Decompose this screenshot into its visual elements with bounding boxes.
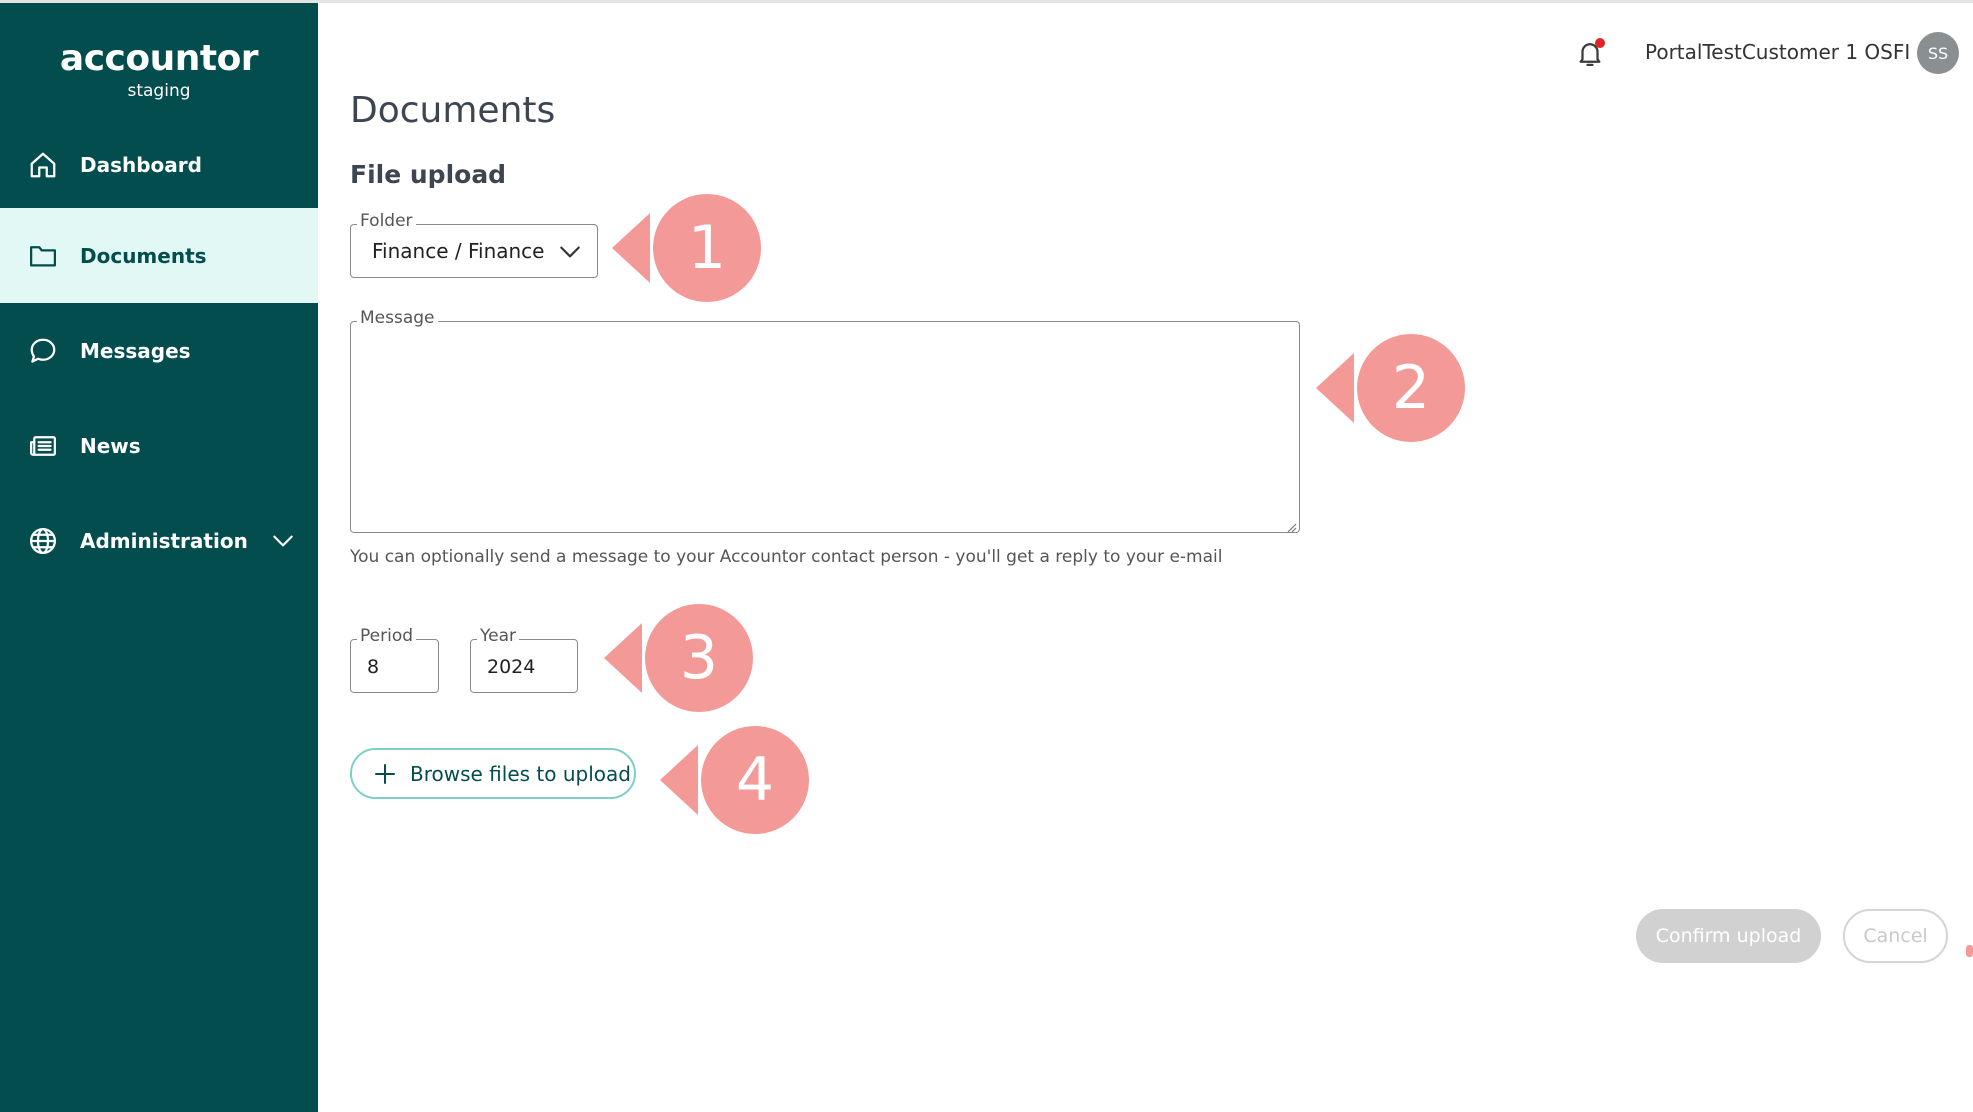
browse-files-label: Browse files to upload — [410, 761, 631, 786]
period-field[interactable]: Period 8 — [350, 626, 439, 693]
year-label: Year — [477, 626, 519, 646]
sidebar-item-label: Documents — [80, 243, 207, 268]
home-icon — [28, 150, 58, 180]
sidebar: accountor staging Dashboard Documents Me… — [0, 3, 318, 1112]
period-label: Period — [357, 626, 417, 646]
callout-number: 4 — [735, 745, 775, 815]
notification-button[interactable] — [1575, 38, 1605, 68]
sidebar-item-label: News — [80, 433, 141, 458]
plus-icon — [375, 763, 395, 784]
notification-dot — [1595, 38, 1605, 48]
page-title: Documents — [350, 90, 556, 131]
confirm-upload-button[interactable]: Confirm upload — [1636, 909, 1821, 963]
sidebar-item-label: Administration — [80, 528, 248, 553]
folder-icon — [28, 241, 58, 271]
globe-icon — [28, 526, 58, 556]
callout-1: 1 — [612, 193, 762, 303]
callout-number: 3 — [679, 623, 719, 693]
newspaper-icon — [28, 431, 58, 461]
sidebar-item-messages[interactable]: Messages — [0, 303, 318, 398]
folder-label: Folder — [357, 211, 416, 231]
resize-handle-icon[interactable] — [1285, 518, 1297, 533]
period-value: 8 — [367, 656, 380, 678]
callout-edge-fragment — [1966, 945, 1973, 957]
chat-bubble-icon — [28, 336, 58, 366]
message-field: Message — [350, 308, 1300, 533]
message-helper-text: You can optionally send a message to you… — [350, 547, 1223, 567]
logo[interactable]: accountor staging — [0, 38, 318, 102]
folder-select[interactable]: Folder Finance / Finance — [350, 211, 598, 278]
sidebar-item-administration[interactable]: Administration — [0, 493, 318, 588]
browse-files-button[interactable]: Browse files to upload — [350, 748, 636, 799]
folder-value: Finance / Finance — [372, 239, 545, 263]
message-label: Message — [357, 308, 438, 328]
year-field[interactable]: Year 2024 — [470, 626, 578, 693]
message-textarea[interactable] — [355, 330, 1293, 526]
chevron-down-icon[interactable] — [270, 527, 298, 555]
callout-4: 4 — [660, 725, 810, 835]
cancel-button[interactable]: Cancel — [1843, 909, 1948, 963]
callout-number: 2 — [1391, 353, 1431, 423]
callout-number: 1 — [687, 213, 727, 283]
sidebar-item-news[interactable]: News — [0, 398, 318, 493]
sidebar-item-label: Dashboard — [80, 152, 202, 177]
year-value: 2024 — [487, 656, 536, 678]
sidebar-item-dashboard[interactable]: Dashboard — [0, 117, 318, 212]
environment-label: staging — [127, 81, 191, 101]
sidebar-item-documents[interactable]: Documents — [0, 208, 318, 303]
logo-wordmark: accountor — [59, 38, 259, 79]
user-name[interactable]: PortalTestCustomer 1 OSFI — [1645, 40, 1910, 64]
callout-2: 2 — [1316, 333, 1466, 443]
chevron-down-icon — [557, 239, 583, 265]
section-title: File upload — [350, 160, 507, 189]
avatar[interactable]: SS — [1917, 32, 1959, 74]
callout-3: 3 — [604, 603, 754, 713]
sidebar-item-label: Messages — [80, 338, 191, 363]
